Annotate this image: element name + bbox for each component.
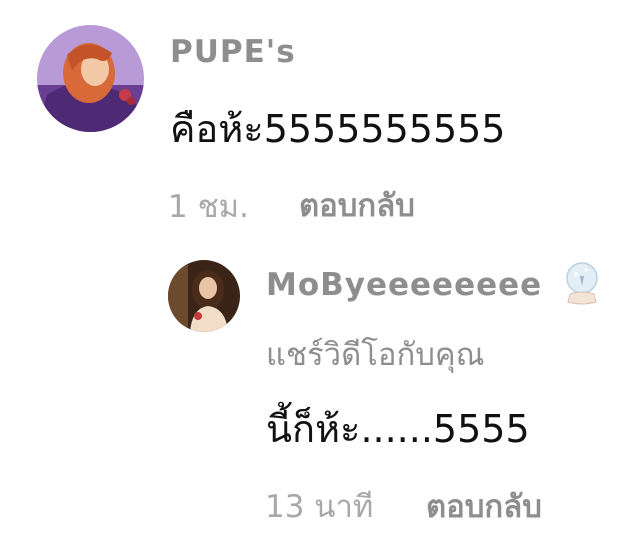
comment-username[interactable]: MoByeeeeeeee	[266, 267, 542, 303]
comment-item: PUPE's คือห้ะ5555555555 1 ชม. ตอบกลับ	[0, 0, 628, 240]
shared-video-text[interactable]: แชร์วิดีโอกับคุณ	[266, 329, 484, 379]
comment-timestamp: 13 นาที	[265, 489, 374, 525]
avatar[interactable]	[37, 25, 144, 132]
snowglobe-emoji-icon	[560, 258, 604, 308]
comment-username[interactable]: PUPE's	[170, 34, 296, 70]
avatar[interactable]	[168, 260, 240, 332]
avatar-image	[37, 25, 144, 132]
avatar-image	[168, 260, 240, 332]
comment-text: นี้ก็ห้ะ......5555	[266, 407, 530, 451]
comment-timestamp: 1 ชม.	[168, 189, 249, 225]
reply-button[interactable]: ตอบกลับ	[426, 481, 542, 531]
comment-text: คือห้ะ5555555555	[170, 107, 506, 151]
reply-comment-item: MoByeeeeeeee แชร์วิดีโอกับคุณ นี้ก็ห้ะ..…	[0, 240, 628, 557]
reply-button[interactable]: ตอบกลับ	[299, 180, 415, 230]
